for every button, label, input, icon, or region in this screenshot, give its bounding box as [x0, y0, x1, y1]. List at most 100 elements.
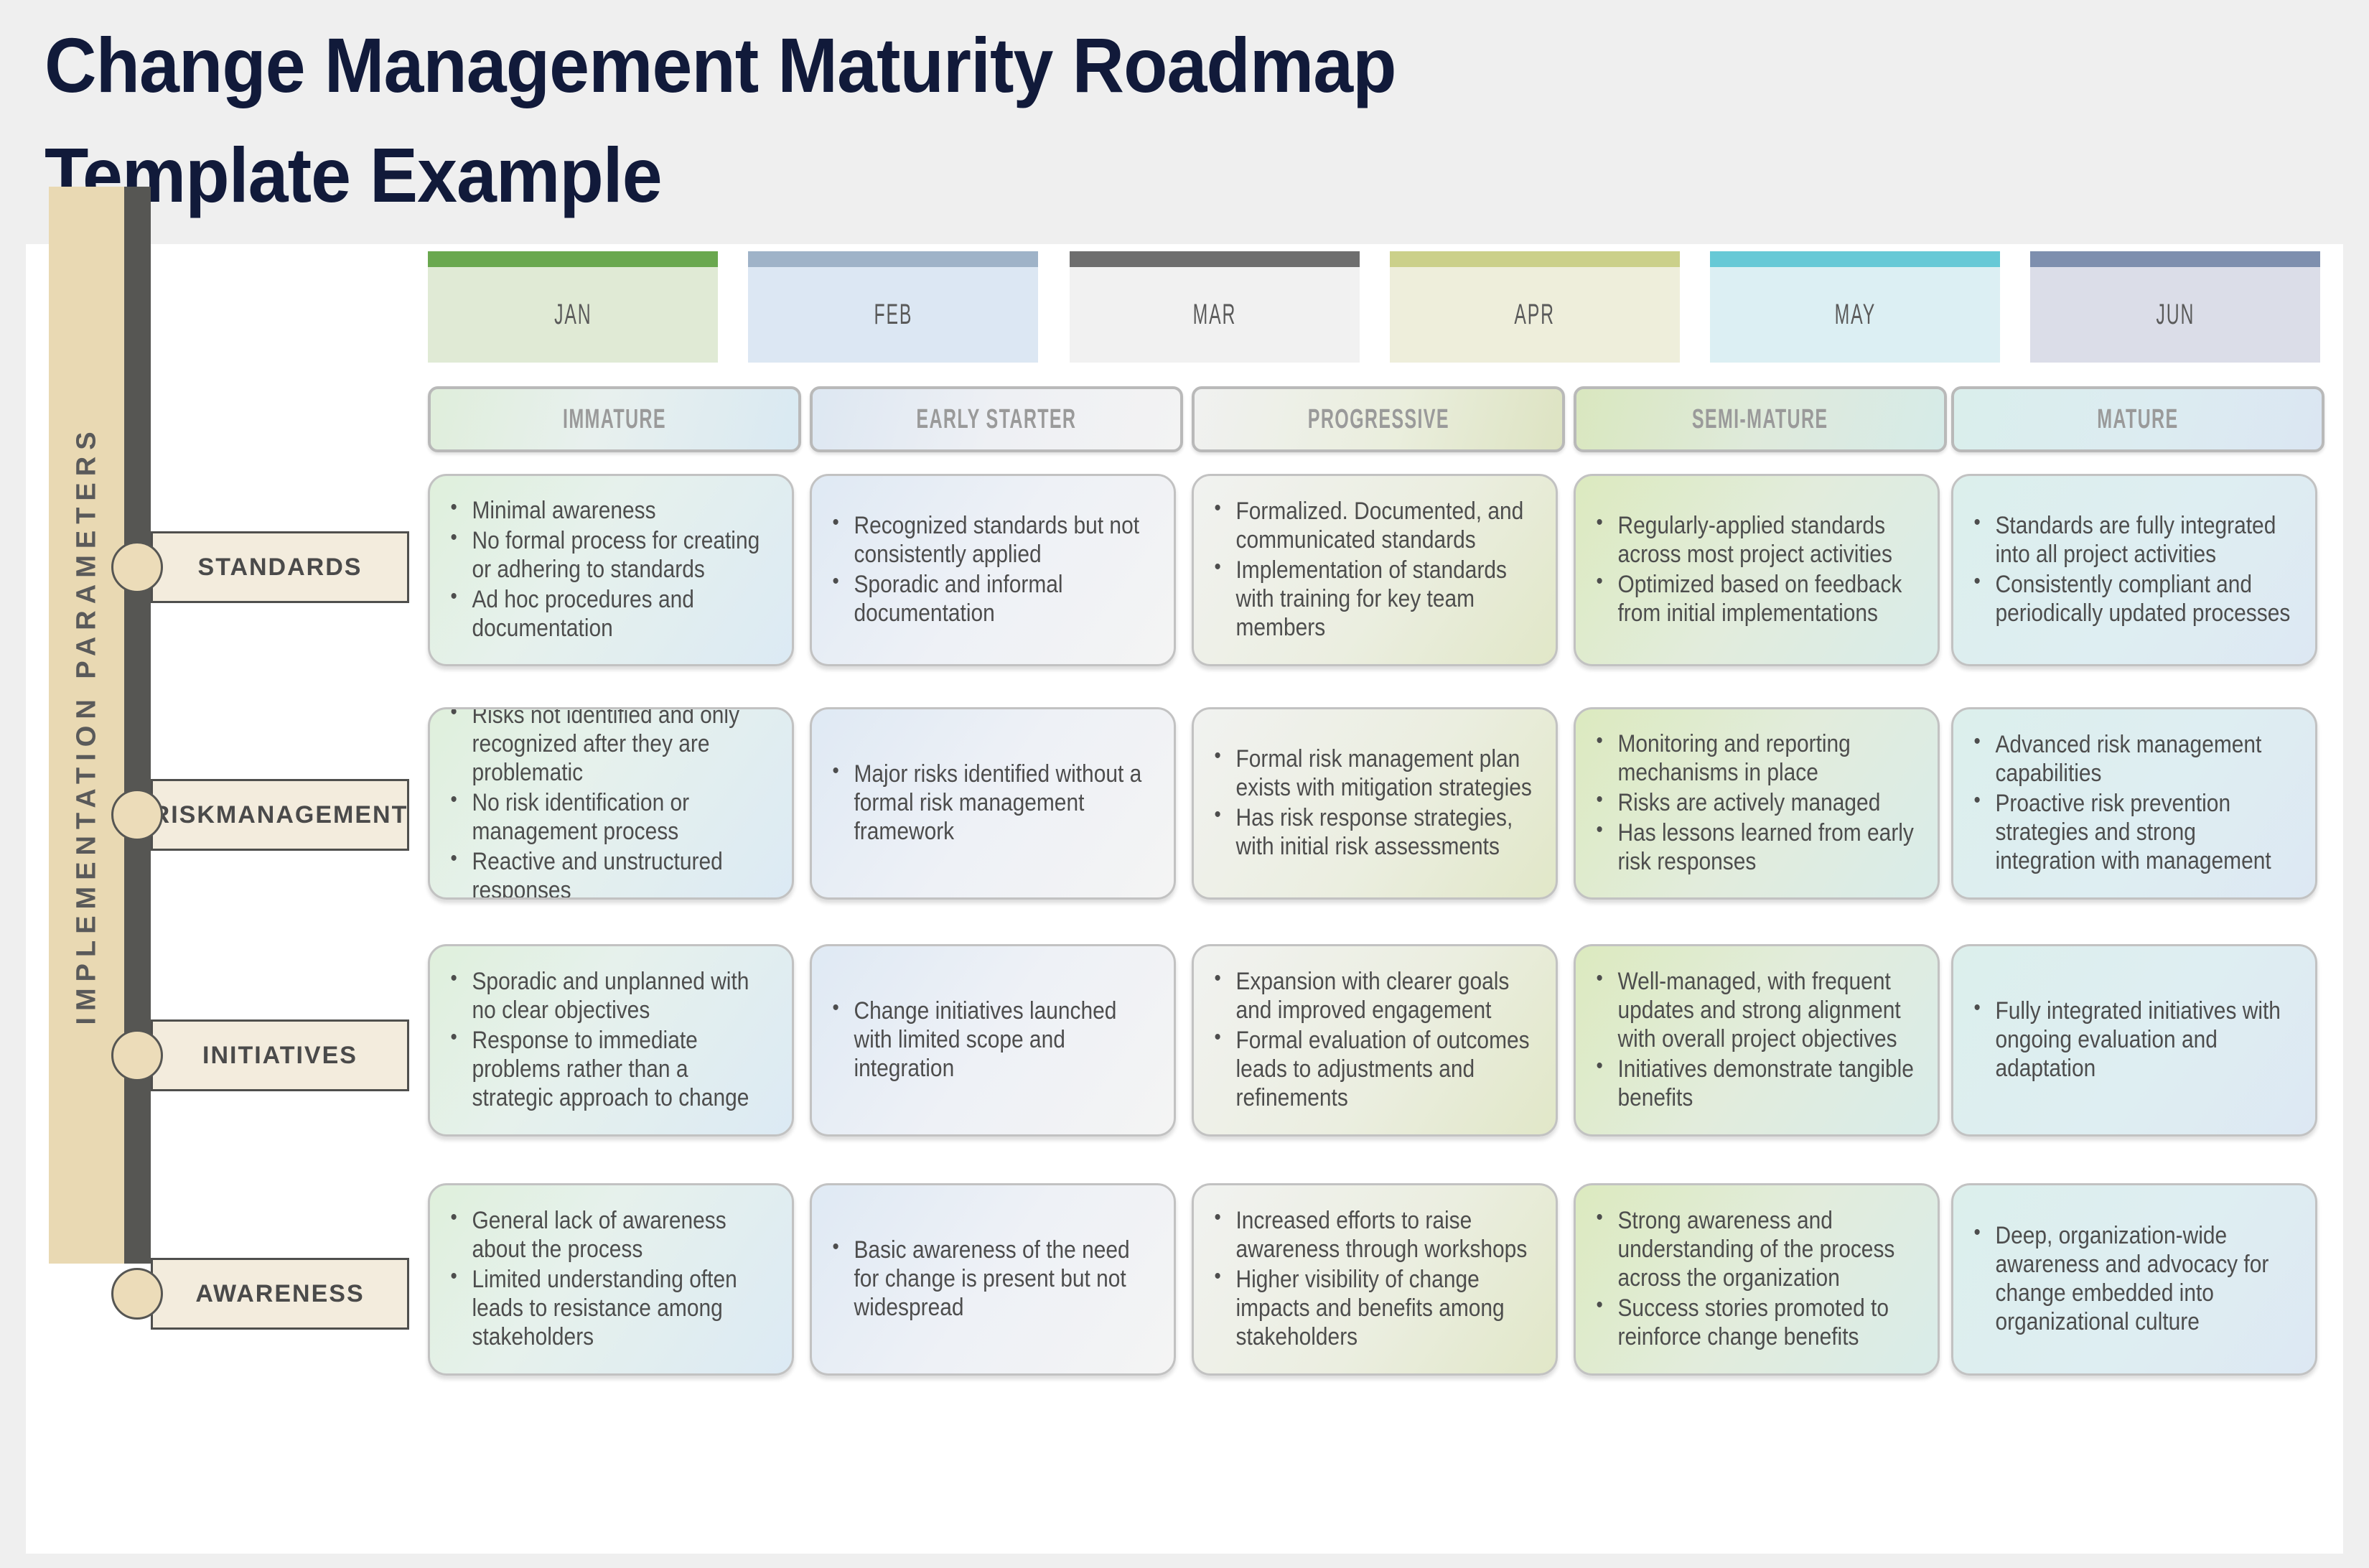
timeline-node: [111, 1030, 163, 1081]
card-bullet-item: Higher visibility of change impacts and …: [1207, 1264, 1535, 1351]
parameter-label-standards: STANDARDS: [151, 531, 409, 603]
stage-pill-progressive[interactable]: PROGRESSIVE: [1192, 386, 1565, 452]
stage-label: MATURE: [2097, 403, 2179, 434]
card-bullet-item: Formal risk management plan exists with …: [1207, 743, 1535, 802]
matrix-card[interactable]: Minimal awarenessNo formal process for c…: [428, 474, 794, 666]
month-header-may: MAY: [1710, 251, 2000, 363]
month-body: JAN: [428, 267, 718, 363]
matrix-card[interactable]: Expansion with clearer goals and improve…: [1192, 944, 1558, 1137]
card-bullet-item: Has lessons learned from early risk resp…: [1589, 817, 1917, 876]
card-bullet-item: Major risks identified without a formal …: [825, 758, 1153, 846]
stage-pill-mature[interactable]: MATURE: [1951, 386, 2324, 452]
month-header-jun: JUN: [2030, 251, 2320, 363]
card-bullet-item: Implementation of standards with trainin…: [1207, 554, 1535, 642]
stage-pill-semi-mature[interactable]: SEMI-MATURE: [1574, 386, 1947, 452]
card-bullet-list: Change initiatives launched with limited…: [825, 995, 1155, 1084]
stage-label: SEMI-MATURE: [1692, 403, 1828, 434]
card-bullet-item: Change initiatives launched with limited…: [825, 995, 1153, 1083]
card-bullet-list: Risks not identified and only recognized…: [443, 709, 773, 897]
parameter-label-line: STANDARDS: [197, 553, 363, 581]
card-bullet-list: Sporadic and unplanned with no clear obj…: [443, 966, 773, 1114]
card-bullet-list: Deep, organization-wide awareness and ad…: [1966, 1220, 2296, 1338]
card-bullet-item: Has risk response strategies, with initi…: [1207, 802, 1535, 861]
parameter-label-line: MANAGEMENT: [215, 801, 408, 829]
stage-pill-immature[interactable]: IMMATURE: [428, 386, 801, 452]
timeline-node: [111, 789, 163, 841]
implementation-parameters-label: IMPLEMENTATION PARAMETERS: [71, 425, 101, 1025]
card-bullet-item: Ad hoc procedures and documentation: [443, 584, 771, 643]
matrix-card[interactable]: Risks not identified and only recognized…: [428, 707, 794, 900]
month-header-apr: APR: [1390, 251, 1680, 363]
card-bullet-item: Proactive risk prevention strategies and…: [1966, 788, 2294, 875]
card-bullet-list: Standards are fully integrated into all …: [1966, 510, 2296, 629]
card-bullet-item: Fully integrated initiatives with ongoin…: [1966, 995, 2294, 1083]
card-bullet-list: Monitoring and reporting mechanisms in p…: [1589, 728, 1919, 878]
matrix-card[interactable]: Monitoring and reporting mechanisms in p…: [1574, 707, 1940, 900]
month-accent-bar: [748, 251, 1038, 267]
matrix-card[interactable]: Increased efforts to raise awareness thr…: [1192, 1183, 1558, 1376]
parameter-label-awareness: AWARENESS: [151, 1258, 409, 1330]
timeline-node: [111, 1268, 163, 1320]
card-bullet-item: Success stories promoted to reinforce ch…: [1589, 1292, 1917, 1351]
card-bullet-list: Strong awareness and understanding of th…: [1589, 1205, 1919, 1353]
month-label: MAR: [1192, 299, 1237, 330]
parameter-label-risk-management: RISK MANAGEMENT: [151, 779, 409, 851]
matrix-card[interactable]: Strong awareness and understanding of th…: [1574, 1183, 1940, 1376]
card-bullet-item: Initiatives demonstrate tangible benefit…: [1589, 1053, 1917, 1112]
card-bullet-item: Limited understanding often leads to res…: [443, 1264, 771, 1351]
stage-pill-early-starter[interactable]: EARLY STARTER: [810, 386, 1183, 452]
implementation-parameters-band: IMPLEMENTATION PARAMETERS: [49, 187, 124, 1264]
month-accent-bar: [1390, 251, 1680, 267]
month-body: MAY: [1710, 267, 2000, 363]
matrix-card[interactable]: Standards are fully integrated into all …: [1951, 474, 2317, 666]
month-accent-bar: [2030, 251, 2320, 267]
month-header-mar: MAR: [1070, 251, 1360, 363]
matrix-card[interactable]: General lack of awareness about the proc…: [428, 1183, 794, 1376]
card-bullet-item: Increased efforts to raise awareness thr…: [1207, 1205, 1535, 1264]
card-bullet-list: Major risks identified without a formal …: [825, 758, 1155, 847]
card-bullet-item: Optimized based on feedback from initial…: [1589, 569, 1917, 627]
card-bullet-item: Deep, organization-wide awareness and ad…: [1966, 1220, 2294, 1336]
matrix-card[interactable]: Well-managed, with frequent updates and …: [1574, 944, 1940, 1137]
matrix-card[interactable]: Basic awareness of the need for change i…: [810, 1183, 1176, 1376]
month-accent-bar: [1710, 251, 2000, 267]
card-bullet-list: Recognized standards but not consistentl…: [825, 510, 1155, 629]
card-bullet-item: Expansion with clearer goals and improve…: [1207, 966, 1535, 1025]
card-bullet-item: Reactive and unstructured responses: [443, 846, 771, 897]
card-bullet-item: Formalized. Documented, and communicated…: [1207, 495, 1535, 554]
card-bullet-item: Well-managed, with frequent updates and …: [1589, 966, 1917, 1053]
matrix-card[interactable]: Fully integrated initiatives with ongoin…: [1951, 944, 2317, 1137]
card-bullet-list: Fully integrated initiatives with ongoin…: [1966, 995, 2296, 1084]
matrix-card[interactable]: Recognized standards but not consistentl…: [810, 474, 1176, 666]
month-label: JUN: [2156, 299, 2195, 330]
matrix-card[interactable]: Formal risk management plan exists with …: [1192, 707, 1558, 900]
timeline-rail: [124, 187, 151, 1264]
matrix-card[interactable]: Change initiatives launched with limited…: [810, 944, 1176, 1137]
card-bullet-item: Risks not identified and only recognized…: [443, 709, 771, 787]
card-bullet-list: Formal risk management plan exists with …: [1207, 743, 1537, 862]
parameter-label-line: INITIATIVES: [202, 1041, 358, 1069]
parameter-label-initiatives: INITIATIVES: [151, 1019, 409, 1091]
matrix-card[interactable]: Deep, organization-wide awareness and ad…: [1951, 1183, 2317, 1376]
month-body: MAR: [1070, 267, 1360, 363]
month-header-feb: FEB: [748, 251, 1038, 363]
page-title: Change Management Maturity Roadmap Templ…: [45, 22, 1397, 219]
matrix-card[interactable]: Advanced risk management capabilitiesPro…: [1951, 707, 2317, 900]
card-bullet-item: General lack of awareness about the proc…: [443, 1205, 771, 1264]
month-header-jan: JAN: [428, 251, 718, 363]
card-bullet-list: Well-managed, with frequent updates and …: [1589, 966, 1919, 1114]
month-accent-bar: [1070, 251, 1360, 267]
card-bullet-item: Advanced risk management capabilities: [1966, 729, 2294, 788]
card-bullet-item: Response to immediate problems rather th…: [443, 1025, 771, 1112]
card-bullet-item: Risks are actively managed: [1589, 787, 1917, 817]
card-bullet-item: Minimal awareness: [443, 495, 771, 525]
card-bullet-list: General lack of awareness about the proc…: [443, 1205, 773, 1353]
matrix-card[interactable]: Regularly-applied standards across most …: [1574, 474, 1940, 666]
matrix-card[interactable]: Formalized. Documented, and communicated…: [1192, 474, 1558, 666]
card-bullet-item: Recognized standards but not consistentl…: [825, 510, 1153, 569]
matrix-card[interactable]: Sporadic and unplanned with no clear obj…: [428, 944, 794, 1137]
parameter-label-line: AWARENESS: [195, 1279, 365, 1307]
month-label: APR: [1514, 299, 1556, 330]
matrix-card[interactable]: Major risks identified without a formal …: [810, 707, 1176, 900]
month-label: FEB: [874, 299, 912, 330]
